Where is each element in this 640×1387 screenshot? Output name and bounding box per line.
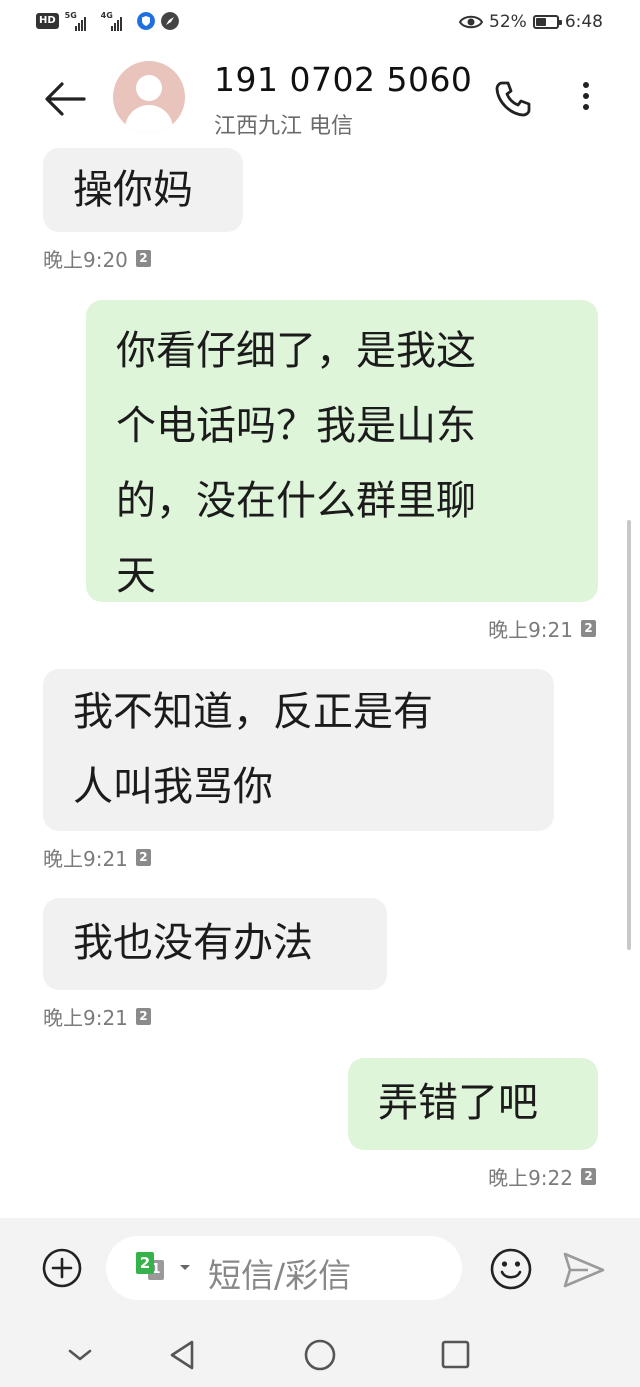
input-placeholder: 短信/彩信 [208, 1256, 352, 1295]
message-time: 晚上9:21 [43, 1006, 128, 1030]
message-bubble-incoming[interactable]: 我不知道，反正是有 人叫我骂你 [43, 669, 554, 831]
nav-recents-icon[interactable] [437, 1338, 473, 1372]
clock: 6:48 [564, 12, 603, 32]
nav-home-icon[interactable] [302, 1338, 338, 1372]
battery-icon [532, 15, 562, 29]
send-icon[interactable] [562, 1250, 606, 1290]
message-meta: 晚上9:20 2 [43, 244, 151, 273]
battery-percent: 52% [489, 12, 527, 32]
message-meta: 晚上9:21 2 [43, 1002, 151, 1031]
emoji-icon[interactable] [490, 1248, 532, 1290]
message-input[interactable]: 1 2 短信/彩信 [106, 1236, 462, 1300]
message-text: 我也没有办法 [73, 920, 313, 966]
eye-icon [459, 15, 484, 29]
message-bubble-incoming[interactable]: 我也没有办法 [43, 898, 387, 990]
sim-card-icon: 2 [135, 1008, 151, 1025]
message-time: 晚上9:20 [43, 248, 128, 272]
signal-5g-icon: 5G [65, 11, 95, 31]
back-arrow-icon[interactable] [40, 74, 90, 124]
add-circle-icon[interactable] [42, 1248, 82, 1288]
message-line: 我不知道，反正是有 [73, 689, 433, 735]
message-bubble-outgoing[interactable]: 你看仔细了，是我这 个电话吗？我是山东 的，没在什么群里聊 天 [86, 300, 598, 602]
conversation-header: 191 0702 5060 江西九江 电信 [0, 48, 640, 148]
message-line: 天 [116, 553, 156, 599]
compose-bar: 1 2 短信/彩信 [0, 1218, 640, 1322]
sim-select-icon[interactable]: 1 2 [136, 1252, 172, 1284]
contact-number[interactable]: 191 0702 5060 [214, 60, 472, 99]
sim-card-icon: 2 [581, 1168, 596, 1185]
phone-icon[interactable] [492, 78, 534, 120]
chevron-down-icon[interactable] [180, 1265, 190, 1270]
message-line: 人叫我骂你 [73, 764, 273, 810]
message-line: 的，没在什么群里聊 [116, 478, 476, 524]
status-bar: HD 5G 4G 52% 6:48 [0, 0, 640, 48]
vpn-shield-icon [136, 12, 155, 30]
contact-location-carrier: 江西九江 电信 [214, 114, 353, 139]
avatar[interactable] [113, 61, 185, 133]
sim-card-icon: 2 [135, 250, 151, 267]
signal-4g-icon: 4G [101, 11, 131, 31]
more-vert-icon[interactable] [572, 78, 600, 120]
message-time: 晚上9:22 [488, 1166, 573, 1190]
message-bubble-outgoing[interactable]: 弄错了吧 [348, 1058, 598, 1150]
message-meta: 晚上9:21 2 [488, 614, 596, 643]
nav-down-icon[interactable] [62, 1338, 98, 1372]
message-line: 个电话吗？我是山东 [116, 403, 476, 449]
sim-card-icon: 2 [135, 849, 151, 866]
hd-badge: HD [36, 13, 59, 29]
message-time: 晚上9:21 [43, 847, 128, 871]
sim-card-icon: 2 [581, 620, 596, 637]
compass-icon [160, 12, 179, 30]
message-line: 你看仔细了，是我这 [116, 328, 476, 374]
message-bubble-incoming[interactable]: 操你妈 [43, 148, 243, 232]
message-meta: 晚上9:21 2 [43, 843, 151, 872]
message-text: 操你妈 [73, 167, 193, 213]
message-time: 晚上9:21 [488, 618, 573, 642]
scrollbar[interactable] [627, 520, 631, 950]
message-text: 弄错了吧 [378, 1080, 538, 1126]
message-meta: 晚上9:22 2 [488, 1162, 596, 1191]
nav-back-icon[interactable] [164, 1338, 200, 1372]
system-nav-bar [0, 1322, 640, 1387]
